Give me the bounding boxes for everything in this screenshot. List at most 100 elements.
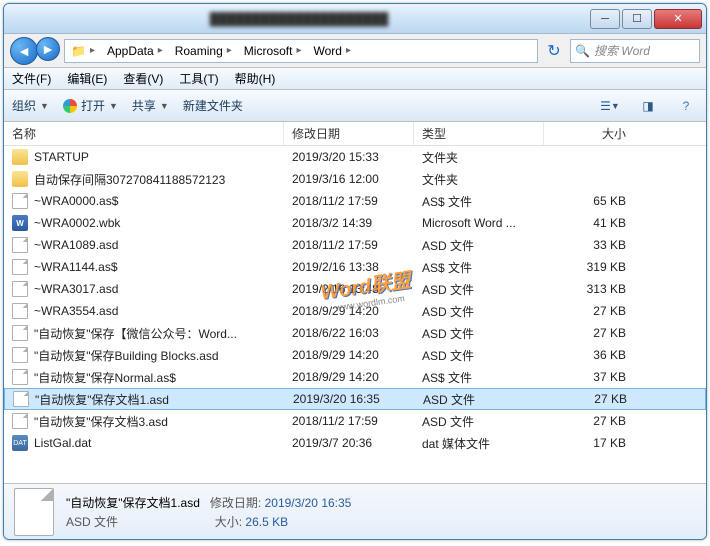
menu-edit[interactable]: 编辑(E) xyxy=(67,70,107,87)
file-row[interactable]: W~WRA0002.wbk2018/3/2 14:39Microsoft Wor… xyxy=(4,212,706,234)
search-icon: 🔍 xyxy=(575,44,590,58)
file-row[interactable]: ~WRA1089.asd2018/11/2 17:59ASD 文件33 KB xyxy=(4,234,706,256)
file-name: 自动保存间隔307270841188572123 xyxy=(34,171,225,188)
breadcrumb-item[interactable]: Word▸ xyxy=(308,40,357,62)
file-type: Microsoft Word ... xyxy=(414,216,544,230)
file-name: "自动恢复"保存Building Blocks.asd xyxy=(34,347,219,364)
file-size: 27 KB xyxy=(544,326,634,340)
file-icon xyxy=(12,193,28,209)
file-row[interactable]: "自动恢复"保存文档3.asd2018/11/2 17:59ASD 文件27 K… xyxy=(4,410,706,432)
file-date: 2018/11/2 17:59 xyxy=(284,414,414,428)
file-date: 2019/3/20 15:33 xyxy=(284,150,414,164)
file-size: 41 KB xyxy=(544,216,634,230)
file-name: "自动恢复"保存文档3.asd xyxy=(34,413,168,430)
file-type: AS$ 文件 xyxy=(414,369,544,386)
file-icon xyxy=(13,391,29,407)
open-button[interactable]: 打开 ▼ xyxy=(63,97,118,114)
file-row[interactable]: 自动保存间隔3072708411885721232019/3/16 12:00文… xyxy=(4,168,706,190)
file-icon xyxy=(14,488,54,536)
forward-button[interactable]: ► xyxy=(36,37,60,61)
file-name: ListGal.dat xyxy=(34,436,91,450)
file-type: ASD 文件 xyxy=(414,325,544,342)
file-row[interactable]: DATListGal.dat2019/3/7 20:36dat 媒体文件17 K… xyxy=(4,432,706,454)
file-type: AS$ 文件 xyxy=(414,193,544,210)
share-button[interactable]: 共享 ▼ xyxy=(132,97,169,114)
file-icon xyxy=(12,259,28,275)
organize-button[interactable]: 组织 ▼ xyxy=(12,97,49,114)
file-name: ~WRA1144.as$ xyxy=(34,260,118,274)
file-name: ~WRA3554.asd xyxy=(34,304,118,318)
file-date: 2018/6/22 16:03 xyxy=(284,326,414,340)
file-size: 33 KB xyxy=(544,238,634,252)
window-title: █████████████████████ xyxy=(8,12,590,26)
file-type: ASD 文件 xyxy=(414,413,544,430)
preview-pane-button[interactable]: ◨ xyxy=(636,94,660,118)
file-date: 2018/11/2 17:59 xyxy=(284,238,414,252)
open-icon xyxy=(63,99,77,113)
file-date: 2018/9/29 14:20 xyxy=(284,348,414,362)
maximize-button[interactable]: ☐ xyxy=(622,9,652,29)
file-type: ASD 文件 xyxy=(415,391,545,408)
breadcrumb-item[interactable]: Roaming▸ xyxy=(169,40,238,62)
menu-bar: 文件(F) 编辑(E) 查看(V) 工具(T) 帮助(H) xyxy=(4,68,706,90)
folder-icon xyxy=(12,171,28,187)
breadcrumb-item[interactable]: AppData▸ xyxy=(101,40,169,62)
folder-icon xyxy=(12,149,28,165)
file-date: 2019/2/16 13:38 xyxy=(284,260,414,274)
file-row[interactable]: "自动恢复"保存Normal.as$2018/9/29 14:20AS$ 文件3… xyxy=(4,366,706,388)
menu-file[interactable]: 文件(F) xyxy=(12,70,51,87)
file-icon xyxy=(12,325,28,341)
file-icon xyxy=(12,413,28,429)
new-folder-button[interactable]: 新建文件夹 xyxy=(183,97,243,114)
file-date: 2018/9/29 14:20 xyxy=(284,370,414,384)
file-type: 文件夹 xyxy=(414,171,544,188)
file-date: 2019/2/16 13:48 xyxy=(284,282,414,296)
column-date[interactable]: 修改日期 xyxy=(284,122,414,145)
file-icon xyxy=(12,237,28,253)
file-date: 2019/3/7 20:36 xyxy=(284,436,414,450)
file-date: 2018/11/2 17:59 xyxy=(284,194,414,208)
address-bar[interactable]: 📁▸ AppData▸ Roaming▸ Microsoft▸ Word▸ xyxy=(64,39,538,63)
toolbar: 组织 ▼ 打开 ▼ 共享 ▼ 新建文件夹 ☰ ▼ ◨ ? xyxy=(4,90,706,122)
file-icon xyxy=(12,281,28,297)
file-list: 名称 修改日期 类型 大小 STARTUP2019/3/20 15:33文件夹自… xyxy=(4,122,706,483)
navigation-bar: ◄ ► 📁▸ AppData▸ Roaming▸ Microsoft▸ Word… xyxy=(4,34,706,68)
help-icon[interactable]: ? xyxy=(674,94,698,118)
menu-help[interactable]: 帮助(H) xyxy=(235,70,276,87)
file-row[interactable]: ~WRA3554.asd2018/9/29 14:20ASD 文件27 KB xyxy=(4,300,706,322)
close-button[interactable]: ✕ xyxy=(654,9,702,29)
file-row[interactable]: ~WRA3017.asd2019/2/16 13:48ASD 文件313 KB xyxy=(4,278,706,300)
back-button[interactable]: ◄ xyxy=(10,37,38,65)
file-size: 27 KB xyxy=(544,304,634,318)
menu-view[interactable]: 查看(V) xyxy=(123,70,163,87)
file-size: 313 KB xyxy=(544,282,634,296)
explorer-window: █████████████████████ ─ ☐ ✕ ◄ ► 📁▸ AppDa… xyxy=(3,3,707,540)
file-row[interactable]: ~WRA0000.as$2018/11/2 17:59AS$ 文件65 KB xyxy=(4,190,706,212)
file-name: ~WRA0002.wbk xyxy=(34,216,120,230)
breadcrumb-item[interactable]: Microsoft▸ xyxy=(238,40,308,62)
file-icon xyxy=(12,369,28,385)
search-input[interactable]: 🔍搜索 Word xyxy=(570,39,700,63)
column-name[interactable]: 名称 xyxy=(4,122,284,145)
view-options-button[interactable]: ☰ ▼ xyxy=(598,94,622,118)
file-row[interactable]: "自动恢复"保存Building Blocks.asd 2018/9/29 14:… xyxy=(4,344,706,366)
file-name: ~WRA1089.asd xyxy=(34,238,118,252)
window-controls: ─ ☐ ✕ xyxy=(590,9,702,29)
minimize-button[interactable]: ─ xyxy=(590,9,620,29)
file-row[interactable]: STARTUP2019/3/20 15:33文件夹 xyxy=(4,146,706,168)
column-size[interactable]: 大小 xyxy=(544,122,634,145)
titlebar[interactable]: █████████████████████ ─ ☐ ✕ xyxy=(4,4,706,34)
file-icon xyxy=(12,347,28,363)
folder-icon: 📁 xyxy=(71,44,86,58)
menu-tools[interactable]: 工具(T) xyxy=(179,70,218,87)
refresh-button[interactable]: ↻ xyxy=(542,39,566,63)
file-row[interactable]: ~WRA1144.as$2019/2/16 13:38AS$ 文件319 KB xyxy=(4,256,706,278)
file-name: STARTUP xyxy=(34,150,89,164)
file-row[interactable]: "自动恢复"保存文档1.asd2019/3/20 16:35ASD 文件27 K… xyxy=(4,388,706,410)
column-type[interactable]: 类型 xyxy=(414,122,544,145)
file-type: dat 媒体文件 xyxy=(414,435,544,452)
file-row[interactable]: "自动恢复"保存【微信公众号：Word...2018/6/22 16:03ASD… xyxy=(4,322,706,344)
column-headers: 名称 修改日期 类型 大小 xyxy=(4,122,706,146)
file-date: 2019/3/20 16:35 xyxy=(285,392,415,406)
file-type: ASD 文件 xyxy=(414,303,544,320)
